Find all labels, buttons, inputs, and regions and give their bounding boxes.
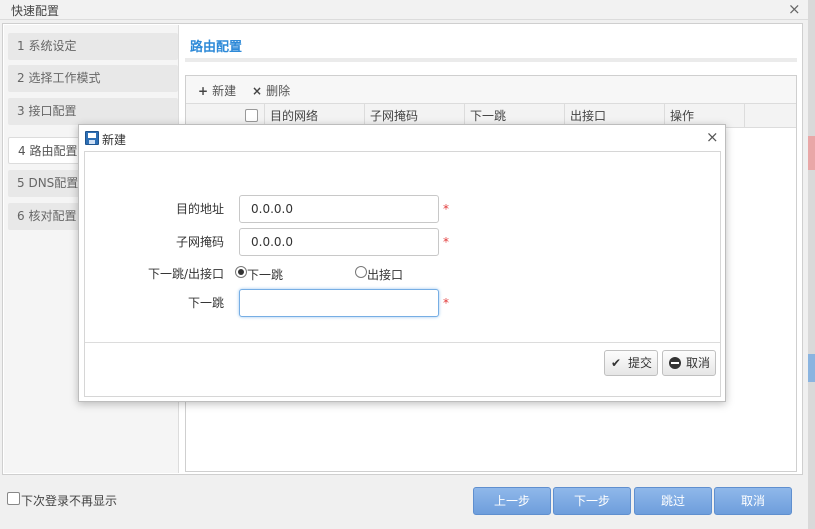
checkmark-icon: ✔ — [611, 356, 622, 370]
dialog-cancel-button[interactable]: 取消 — [662, 350, 716, 376]
iface-radio-label: 出接口 — [367, 268, 404, 282]
window-close-icon[interactable]: × — [788, 0, 801, 18]
dialog-title: 新建 — [102, 133, 127, 147]
new-button[interactable]: + 新建 — [198, 82, 236, 99]
no-remind-label: 下次登录不再显示 — [21, 494, 118, 508]
table-toolbar: + 新建 × 删除 — [186, 76, 796, 104]
title-divider — [185, 58, 797, 62]
no-remind-checkbox[interactable] — [7, 492, 20, 505]
dest-required-mark: * — [443, 202, 449, 216]
next-step-button[interactable]: 下一步 — [553, 487, 631, 515]
mask-label: 子网掩码 — [175, 235, 224, 249]
dialog-close-icon[interactable]: × — [706, 128, 719, 146]
iface-radio[interactable] — [355, 266, 367, 278]
dest-address-label: 目的地址 — [175, 202, 224, 216]
nexthop-label: 下一跳 — [187, 296, 224, 310]
step-system-settings[interactable]: 1 系统设定 — [8, 33, 178, 60]
step-work-mode[interactable]: 2 选择工作模式 — [8, 65, 178, 92]
new-button-label: 新建 — [212, 84, 237, 98]
step-interface-config[interactable]: 3 接口配置 — [8, 98, 178, 125]
nexthop-radio[interactable] — [235, 266, 247, 278]
route-type-label: 下一跳/出接口 — [147, 267, 224, 281]
delete-button[interactable]: × 删除 — [252, 82, 290, 99]
dialog-body: 目的地址 * 子网掩码 * 下一跳/出接口 下一跳 出接口 下一跳 * ✔ 提交… — [84, 151, 721, 397]
cancel-circle-icon — [669, 357, 681, 369]
dialog-divider — [85, 342, 720, 343]
submit-button-label: 提交 — [628, 356, 653, 370]
nexthop-required-mark: * — [443, 296, 449, 310]
dialog-cancel-button-label: 取消 — [686, 356, 711, 370]
dialog-header: 新建 × — [79, 125, 725, 151]
window-title: 快速配置 — [11, 4, 60, 18]
page-title: 路由配置 — [190, 40, 243, 55]
background-app-strip — [808, 0, 815, 529]
new-route-dialog: 新建 × 目的地址 * 子网掩码 * 下一跳/出接口 下一跳 出接口 下一跳 *… — [78, 124, 726, 402]
nexthop-radio-label: 下一跳 — [247, 268, 284, 282]
nexthop-input[interactable] — [239, 289, 439, 317]
save-icon — [85, 131, 99, 145]
dest-address-input[interactable] — [239, 195, 439, 223]
submit-button[interactable]: ✔ 提交 — [604, 350, 658, 376]
wizard-cancel-button[interactable]: 取消 — [714, 487, 792, 515]
column-header-spacer — [744, 104, 796, 128]
background-blue-block — [808, 354, 815, 382]
background-red-block — [808, 136, 815, 170]
select-all-checkbox[interactable] — [245, 109, 258, 122]
plus-icon: + — [198, 84, 209, 98]
prev-step-button[interactable]: 上一步 — [473, 487, 551, 515]
skip-button[interactable]: 跳过 — [634, 487, 712, 515]
mask-input[interactable] — [239, 228, 439, 256]
window-titlebar: 快速配置 × — [0, 0, 808, 20]
delete-x-icon: × — [252, 84, 263, 98]
mask-required-mark: * — [443, 235, 449, 249]
delete-button-label: 删除 — [266, 84, 291, 98]
